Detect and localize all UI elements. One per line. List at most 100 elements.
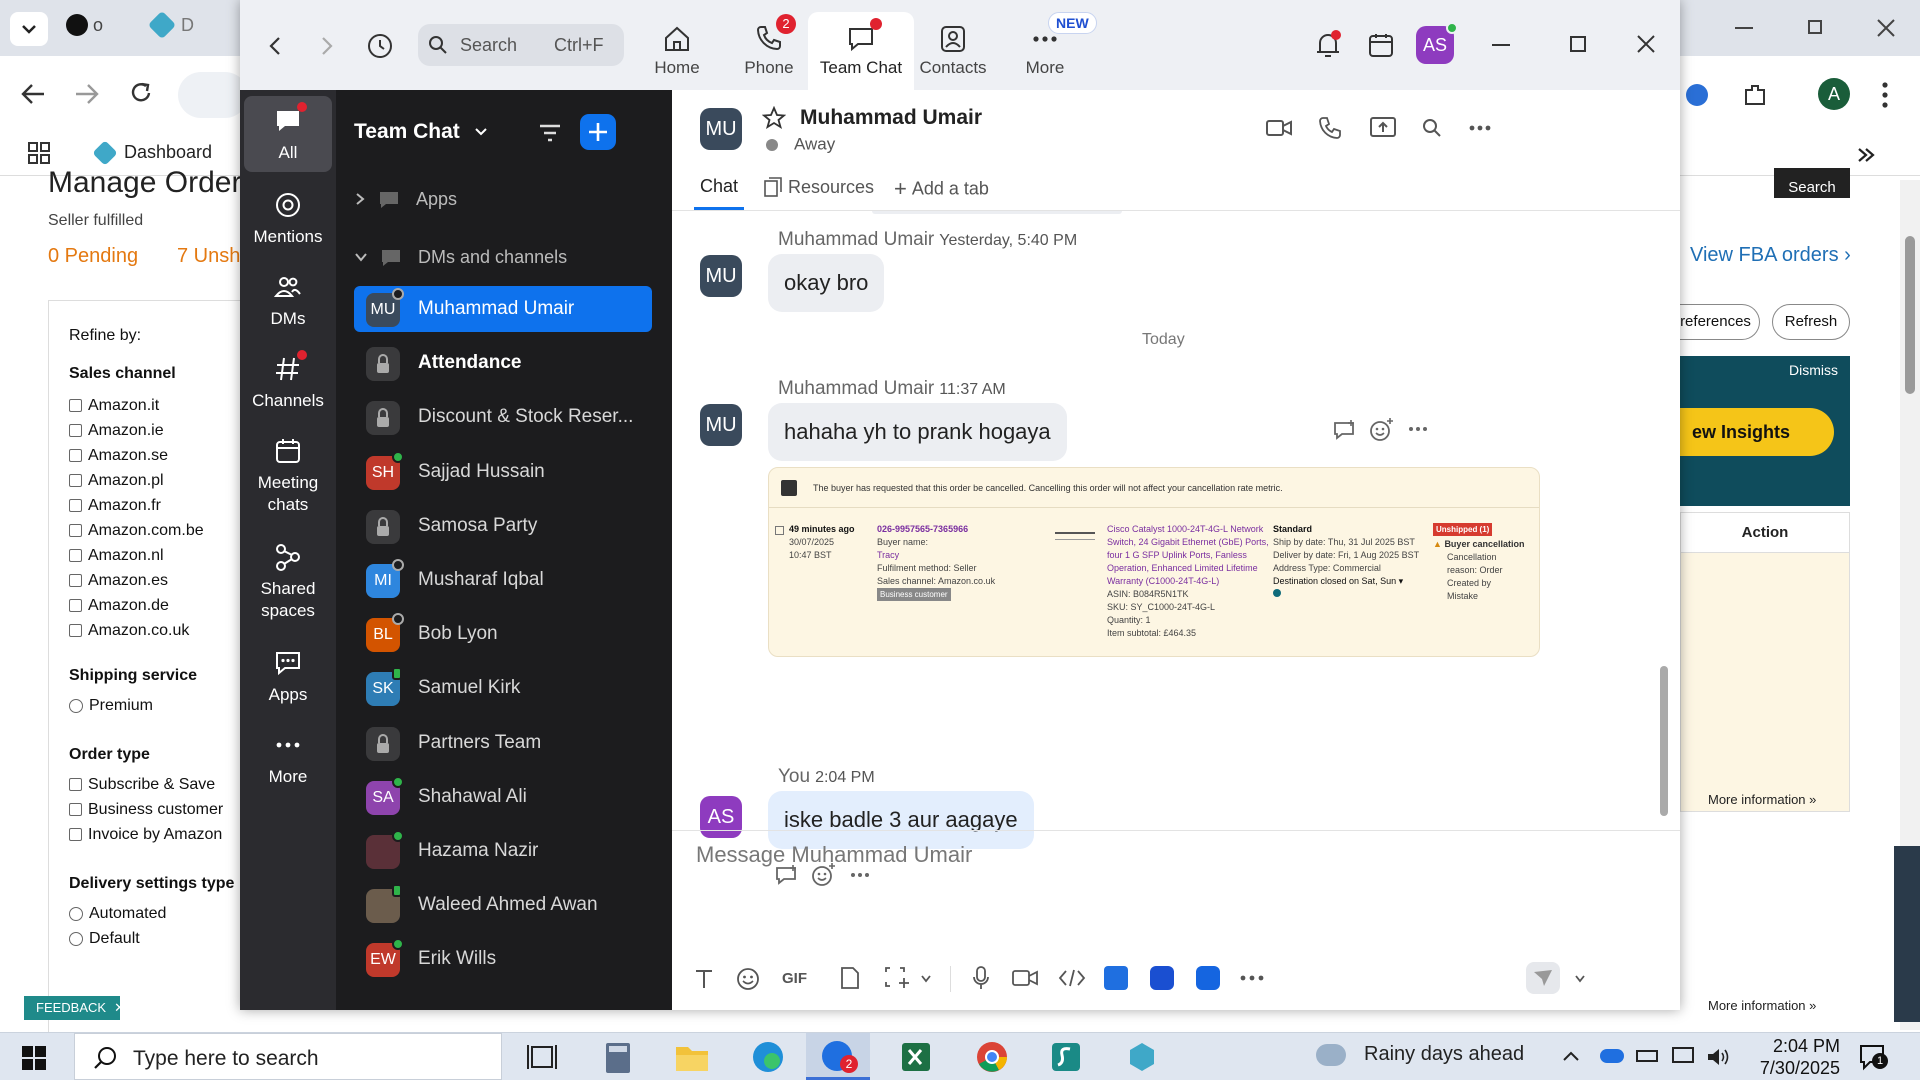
gif-icon[interactable]: GIF [782, 970, 807, 987]
checkbox[interactable] [69, 499, 82, 513]
scrollbar-thumb[interactable] [1660, 666, 1668, 816]
add-tab-button[interactable]: + Add a tab [894, 176, 989, 202]
whiteboard-app-icon[interactable] [1196, 966, 1220, 990]
bell-icon[interactable] [1314, 30, 1342, 60]
onedrive-icon[interactable] [1600, 1049, 1624, 1063]
nav-tab-team-chat[interactable]: Team Chat [808, 12, 914, 90]
filter-option[interactable]: Amazon.com.be [69, 518, 240, 543]
dm-item[interactable]: EW Erik Wills [354, 936, 652, 982]
radio-button[interactable] [69, 906, 83, 921]
file-explorer-icon[interactable] [668, 1037, 716, 1077]
rail-item-dms[interactable]: DMs [244, 262, 332, 332]
checkbox[interactable] [69, 549, 82, 563]
dm-item[interactable]: SK Samuel Kirk [354, 665, 652, 711]
close-icon[interactable] [1636, 34, 1656, 54]
checkbox[interactable] [69, 624, 82, 638]
filter-option[interactable]: Amazon.ie [69, 418, 240, 443]
checkbox[interactable] [69, 399, 82, 413]
close-icon[interactable] [1876, 18, 1896, 38]
rail-item-mentions[interactable]: Mentions [244, 180, 332, 250]
forward-icon[interactable] [320, 36, 334, 56]
filter-option[interactable]: Amazon.de [69, 593, 240, 618]
message-bubble[interactable]: okay bro [768, 254, 885, 312]
text-format-icon[interactable] [694, 968, 714, 990]
calculator-icon[interactable] [594, 1037, 642, 1077]
star-icon[interactable] [762, 106, 786, 130]
radio-button[interactable] [69, 931, 83, 946]
filter-option[interactable]: Business customer [69, 797, 240, 822]
insights-button[interactable]: ew Insights [1680, 408, 1834, 456]
checkbox[interactable] [69, 574, 82, 588]
close-icon[interactable]: ✕ [114, 1000, 125, 1015]
back-icon[interactable] [20, 82, 46, 106]
message-bubble[interactable]: hahaha yh to prank hogaya [768, 403, 1067, 461]
sender-avatar[interactable]: AS [700, 796, 742, 838]
nav-tab-more[interactable]: NEW More [992, 12, 1098, 90]
windows-start-icon[interactable] [22, 1046, 46, 1070]
edge-browser-icon[interactable] [744, 1037, 792, 1077]
scrollbar-thumb[interactable] [1905, 236, 1915, 394]
screenshot-attachment[interactable]: The buyer has requested that this order … [768, 467, 1540, 657]
filter-option[interactable]: Default [69, 926, 240, 951]
notifications-button[interactable]: 1 [1858, 1043, 1888, 1071]
checkbox[interactable] [69, 778, 82, 792]
taskbar-search[interactable]: Type here to search [74, 1033, 502, 1080]
nav-tab-home[interactable]: Home [624, 12, 730, 90]
app-s-icon[interactable] [1042, 1037, 1090, 1077]
tab-resources[interactable]: Resources [764, 176, 874, 198]
channel-item[interactable]: Discount & Stock Reser... [354, 394, 652, 440]
file-icon[interactable] [840, 966, 860, 990]
checkbox[interactable] [69, 524, 82, 538]
message-bubble[interactable]: iske badle 3 aur aagaye [768, 791, 1034, 849]
global-search[interactable]: Search Ctrl+F [418, 24, 624, 66]
nav-tab-contacts[interactable]: Contacts [900, 12, 1006, 90]
screenshot-icon[interactable] [884, 966, 910, 990]
address-bar[interactable] [178, 72, 248, 118]
feedback-button[interactable]: FEEDBACK ✕ [24, 996, 125, 1020]
bookmark-dashboard[interactable]: Dashboard [92, 140, 212, 166]
preferences-button[interactable]: references [1672, 304, 1760, 340]
minimize-icon[interactable] [1735, 27, 1753, 29]
filter-option[interactable]: Amazon.co.uk [69, 618, 240, 643]
double-chevron-right-icon[interactable] [1856, 146, 1876, 164]
calendar-icon[interactable] [1368, 32, 1394, 58]
chat-app-icon[interactable] [1150, 966, 1174, 990]
filter-option[interactable]: Amazon.nl [69, 543, 240, 568]
volume-icon[interactable] [1706, 1046, 1730, 1068]
forward-icon[interactable] [74, 82, 100, 106]
radio-button[interactable] [69, 698, 83, 713]
more-tools-icon[interactable] [1240, 975, 1264, 981]
back-icon[interactable] [268, 36, 282, 56]
dm-item[interactable]: MI Musharaf Iqbal [354, 557, 652, 603]
tab-chat[interactable]: Chat [694, 176, 745, 210]
unshipped-link[interactable]: 7 Unsh [177, 245, 240, 268]
filter-icon[interactable] [538, 122, 562, 144]
more-options-icon[interactable] [1468, 124, 1492, 132]
chevron-down-icon[interactable] [920, 974, 932, 984]
browser-tab[interactable]: o [66, 14, 126, 44]
message-more-icon[interactable] [1408, 426, 1428, 432]
docs-app-icon[interactable] [1104, 966, 1128, 990]
channel-item[interactable]: Samosa Party [354, 503, 652, 549]
rail-item-apps[interactable]: Apps [244, 638, 332, 708]
checkbox[interactable] [69, 803, 82, 817]
add-reaction-icon[interactable] [1368, 417, 1394, 443]
dm-item[interactable]: SH Sajjad Hussain [354, 449, 652, 495]
send-button[interactable] [1526, 962, 1560, 994]
excel-icon[interactable] [892, 1037, 940, 1077]
filter-option[interactable]: Amazon.it [69, 393, 240, 418]
dm-item[interactable]: Waleed Ahmed Awan [354, 882, 652, 928]
apps-grid-icon[interactable] [28, 142, 50, 164]
filter-option[interactable]: Subscribe & Save [69, 772, 240, 797]
nav-tab-phone[interactable]: 2 Phone [716, 12, 822, 90]
view-fba-orders-link[interactable]: View FBA orders › [1690, 244, 1851, 267]
filter-option[interactable]: Amazon.es [69, 568, 240, 593]
checkbox[interactable] [69, 828, 82, 842]
tab-search-button[interactable] [10, 12, 48, 46]
checkbox[interactable] [69, 599, 82, 613]
sender-avatar[interactable]: MU [700, 404, 742, 446]
contact-avatar[interactable]: MU [700, 108, 742, 150]
chevron-down-icon[interactable] [1574, 974, 1586, 984]
reply-icon[interactable] [1332, 419, 1356, 441]
more-information-link[interactable]: More information » [1708, 998, 1816, 1013]
